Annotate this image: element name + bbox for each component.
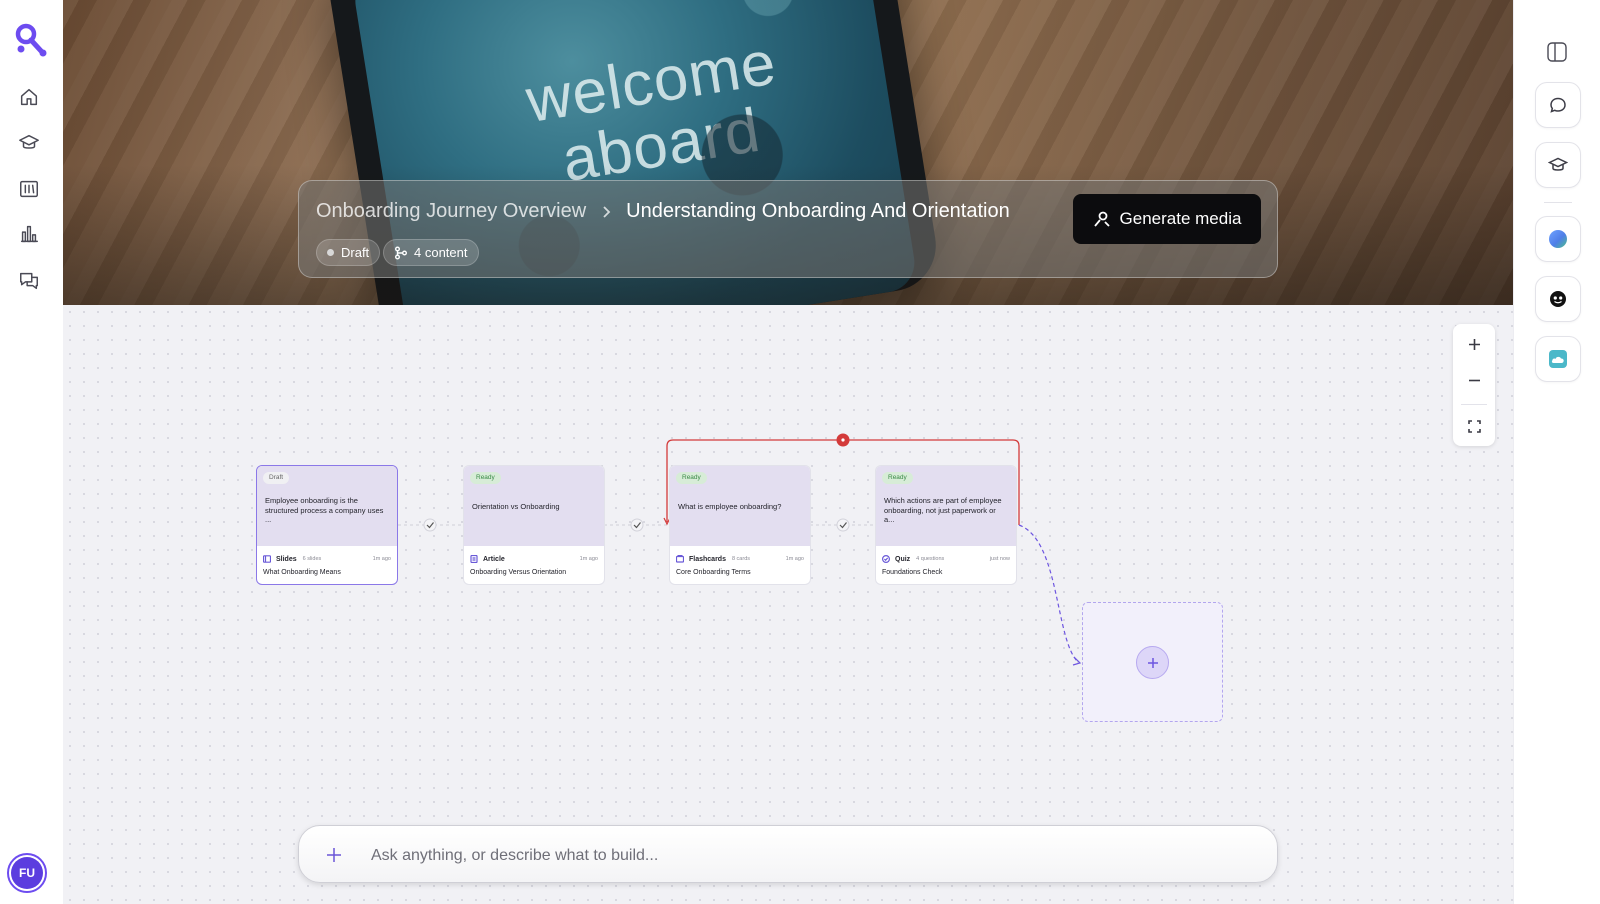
- attach-plus-button[interactable]: [324, 845, 344, 865]
- plus-icon: [1147, 657, 1158, 668]
- node-status-badge: Ready: [882, 472, 913, 484]
- status-dot-icon: [327, 249, 334, 256]
- node-preview-text: Employee onboarding is the structured pr…: [265, 496, 384, 524]
- node-time: 1m ago: [785, 556, 804, 562]
- breadcrumb-current: Understanding Onboarding And Orientation: [626, 200, 1010, 222]
- plus-icon: [1468, 338, 1480, 350]
- node-count: 4 questions: [916, 556, 945, 562]
- node-count: 6 slides: [302, 556, 322, 562]
- graduation-cap-icon: [1548, 157, 1568, 171]
- courses-button[interactable]: [1535, 142, 1581, 188]
- add-node-slot[interactable]: [1082, 602, 1223, 722]
- flow-node-flashcards[interactable]: Ready What is employee onboarding? Flash…: [669, 465, 811, 585]
- toggle-panel-icon[interactable]: [1546, 41, 1568, 63]
- app-logo-icon[interactable]: [12, 22, 48, 58]
- quiz-check-icon: [882, 555, 890, 563]
- flow-node-slides[interactable]: Draft Employee onboarding is the structu…: [256, 465, 398, 585]
- breadcrumb-parent-link[interactable]: Onboarding Journey Overview: [316, 200, 586, 223]
- chat-button[interactable]: [1535, 82, 1581, 128]
- flow-canvas[interactable]: [63, 305, 1513, 904]
- node-title: What Onboarding Means: [263, 569, 341, 576]
- left-sidebar: FU: [0, 0, 64, 904]
- status-badge: Draft: [316, 239, 381, 266]
- node-type: Slides: [276, 555, 297, 563]
- node-title: Foundations Check: [882, 569, 943, 576]
- zoom-out-button[interactable]: [1453, 362, 1495, 398]
- cloud-app-button[interactable]: [1535, 336, 1581, 382]
- chevron-right-icon: [603, 205, 611, 218]
- assistant-bot-button[interactable]: [1535, 276, 1581, 322]
- add-node-button[interactable]: [1136, 646, 1169, 679]
- node-type: Article: [483, 555, 505, 563]
- node-type: Flashcards: [689, 555, 726, 563]
- integration-orb-button[interactable]: [1535, 216, 1581, 262]
- prompt-input[interactable]: [369, 838, 1253, 874]
- cloud-app-icon: [1549, 350, 1567, 368]
- node-type: Quiz: [895, 555, 911, 563]
- chat-bubble-icon: [1550, 97, 1566, 113]
- node-status-badge: Ready: [676, 472, 707, 484]
- node-status-badge: Draft: [263, 472, 290, 484]
- home-icon[interactable]: [14, 82, 44, 112]
- node-status-badge: Ready: [470, 472, 501, 484]
- zoom-in-button[interactable]: [1453, 326, 1495, 362]
- article-icon: [470, 555, 478, 563]
- node-count: 8 cards: [731, 556, 751, 562]
- zoom-controls: [1453, 324, 1495, 446]
- user-avatar[interactable]: FU: [7, 853, 47, 893]
- flow-node-article[interactable]: Ready Orientation vs Onboarding Article …: [463, 465, 605, 585]
- breadcrumb: Onboarding Journey Overview Understandin…: [316, 200, 1010, 223]
- right-sidebar: [1513, 0, 1600, 904]
- prompt-bar: [298, 825, 1278, 883]
- flow-node-quiz[interactable]: Ready Which actions are part of employee…: [875, 465, 1017, 585]
- generate-sparkle-icon: [1093, 211, 1110, 227]
- node-title: Onboarding Versus Orientation: [470, 569, 567, 576]
- node-time: just now: [989, 556, 1010, 562]
- generate-media-label: Generate media: [1119, 209, 1242, 228]
- node-title: Core Onboarding Terms: [676, 569, 751, 576]
- fit-view-button[interactable]: [1453, 408, 1495, 444]
- slides-icon: [263, 555, 271, 563]
- status-label: Draft: [341, 245, 370, 260]
- node-time: 1m ago: [579, 556, 598, 562]
- bot-face-icon: [1550, 291, 1566, 307]
- messages-icon[interactable]: [14, 266, 44, 296]
- flashcards-icon: [676, 555, 684, 563]
- generate-media-button[interactable]: Generate media: [1073, 194, 1261, 244]
- node-preview-text: Which actions are part of employee onboa…: [884, 496, 1002, 524]
- fullscreen-icon: [1467, 419, 1481, 433]
- content-count-label: 4 content: [414, 245, 468, 260]
- gradient-orb-icon: [1549, 230, 1567, 248]
- plus-icon: [327, 848, 341, 862]
- node-time: 1m ago: [372, 556, 391, 562]
- avatar-initials: FU: [11, 857, 43, 889]
- git-branch-icon: [395, 246, 407, 259]
- node-preview-text: What is employee onboarding?: [678, 502, 782, 511]
- library-icon[interactable]: [14, 174, 44, 204]
- graduation-cap-icon[interactable]: [14, 128, 44, 158]
- lesson-header-card: Onboarding Journey Overview Understandin…: [298, 180, 1278, 278]
- analytics-chart-icon[interactable]: [14, 219, 44, 249]
- minus-icon: [1468, 379, 1480, 381]
- content-count-badge[interactable]: 4 content: [383, 239, 479, 266]
- node-preview-text: Orientation vs Onboarding: [472, 502, 560, 511]
